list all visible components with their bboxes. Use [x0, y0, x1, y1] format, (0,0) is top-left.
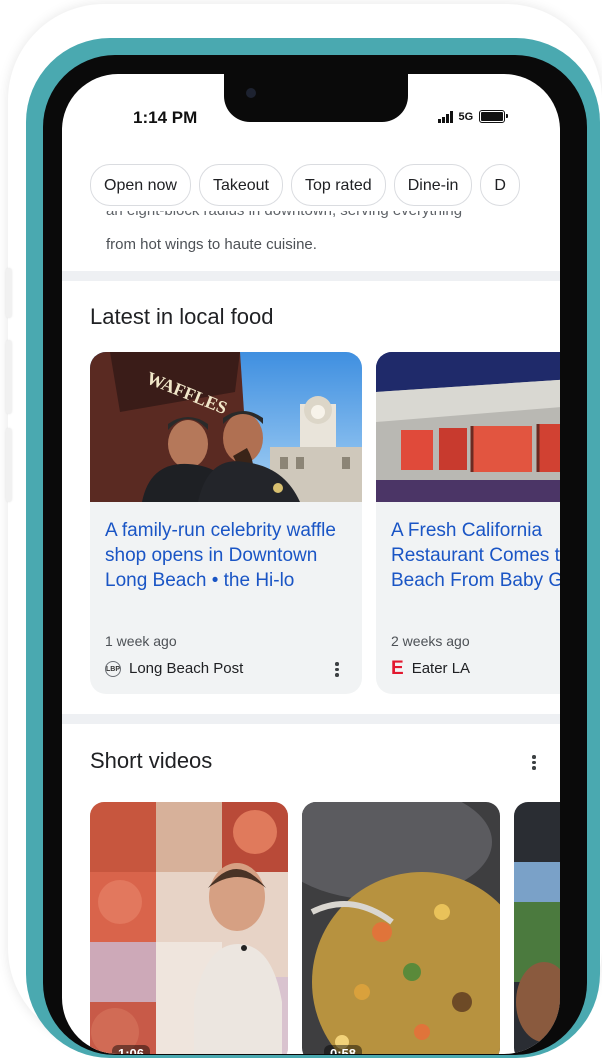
- short-videos-title: Short videos: [90, 748, 213, 773]
- side-button: [6, 428, 12, 502]
- intro-cut-line: an eight-block radius in downtown, servi…: [106, 211, 462, 225]
- news-card-image: [376, 352, 560, 502]
- section-divider: [62, 271, 560, 281]
- news-card-time: 1 week ago: [105, 633, 177, 649]
- chip-more[interactable]: D: [480, 164, 520, 206]
- chip-open-now[interactable]: Open now: [90, 164, 191, 206]
- news-card-image: WAFFLES: [90, 352, 362, 502]
- network-label: 5G: [458, 110, 474, 123]
- status-time: 1:14 PM: [133, 108, 198, 127]
- video-thumbnail-image: [514, 802, 560, 1054]
- news-card-source-name: Long Beach Post: [129, 660, 244, 677]
- news-card-title[interactable]: A Fresh California Restaurant Comes to L…: [391, 518, 560, 593]
- video-thumbnail-image: [302, 802, 500, 1054]
- video-thumbnail[interactable]: 0:54: [514, 802, 560, 1054]
- news-card-title[interactable]: A family-run celebrity waffle shop opens…: [105, 518, 351, 593]
- news-card-source: LBP Long Beach Post: [105, 660, 243, 677]
- filter-chips: Open now Takeout Top rated Dine-in D: [90, 164, 520, 206]
- side-button: [6, 340, 12, 414]
- more-options-icon[interactable]: [335, 662, 339, 677]
- intro-text: from hot wings to haute cuisine.: [106, 236, 317, 253]
- phone-screen: 1:14 PM 5G Open now Takeout Top rated Di…: [62, 74, 560, 1054]
- news-card-source-name: Eater LA: [411, 660, 471, 677]
- video-duration: 1:06: [112, 1045, 151, 1054]
- news-card-time: 2 weeks ago: [391, 633, 470, 649]
- eater-icon: E: [391, 657, 404, 679]
- chip-top-rated[interactable]: Top rated: [290, 164, 386, 206]
- news-card[interactable]: A Fresh California Restaurant Comes to L…: [376, 352, 560, 694]
- chip-dine-in[interactable]: Dine-in: [393, 164, 473, 206]
- video-thumbnail-image: [90, 802, 288, 1054]
- more-options-icon[interactable]: [532, 755, 536, 770]
- camera-icon: [246, 88, 256, 98]
- status-indicators: 5G: [438, 110, 509, 123]
- news-card[interactable]: WAFFLES A family-run celebrity waffle sh…: [90, 352, 362, 694]
- section-divider: [62, 714, 560, 724]
- chip-takeout[interactable]: Takeout: [198, 164, 283, 206]
- video-duration: 0:58: [324, 1045, 363, 1054]
- video-duration: 0:54: [536, 1045, 560, 1054]
- side-button: [6, 268, 12, 318]
- local-food-title: Latest in local food: [90, 304, 274, 329]
- battery-icon: [479, 110, 509, 123]
- signal-icon: [438, 110, 453, 123]
- notch: [224, 74, 408, 122]
- long-beach-post-icon: LBP: [105, 660, 121, 677]
- video-thumbnail[interactable]: 0:58: [302, 802, 500, 1054]
- news-card-source: E Eater LA: [391, 657, 471, 679]
- video-thumbnail[interactable]: 1:06: [90, 802, 288, 1054]
